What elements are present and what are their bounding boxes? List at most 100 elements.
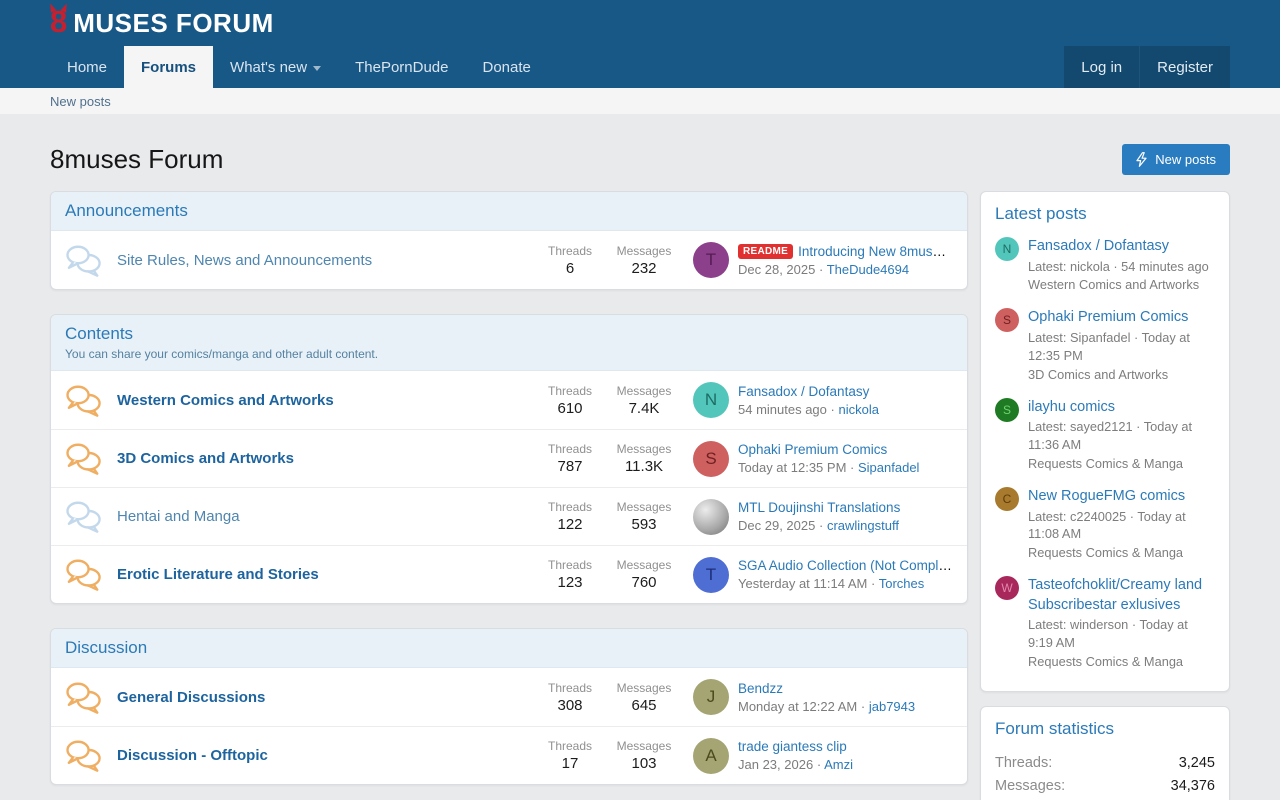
thread-meta: Latest: c2240025 · Today at 11:08 AM: [1028, 508, 1215, 544]
messages-stat: Messages 232: [607, 244, 681, 277]
latest-thread-link[interactable]: Introducing New 8muses ...: [798, 244, 953, 259]
messages-label: Messages: [607, 558, 681, 572]
avatar[interactable]: W: [995, 576, 1019, 600]
forum-statistics-widget: Forum statistics Threads: 3,245 Messages…: [980, 706, 1230, 800]
messages-value: 645: [607, 697, 681, 714]
latest-user-link[interactable]: TheDude4694: [827, 262, 909, 277]
latest-date: Dec 28, 2025: [738, 262, 815, 277]
readme-badge: README: [738, 244, 793, 259]
forum-row-erotic-literature[interactable]: Erotic Literature and Stories Threads 12…: [51, 545, 967, 603]
latest-post-item: S ilayhu comics Latest: sayed2121 · Toda…: [995, 398, 1215, 473]
avatar[interactable]: N: [995, 237, 1019, 261]
latest-user-link[interactable]: crawlingstuff: [827, 518, 899, 533]
dot-separator: ·: [819, 262, 823, 277]
latest-thread-link[interactable]: SGA Audio Collection (Not Complet...: [738, 558, 953, 573]
messages-label: Messages: [607, 442, 681, 456]
latest-thread-link[interactable]: MTL Doujinshi Translations: [738, 500, 900, 515]
thread-meta: Latest: nickola · 54 minutes ago: [1028, 258, 1209, 276]
dot-separator: ·: [850, 460, 854, 475]
subnav-new-posts-link[interactable]: New posts: [50, 94, 111, 109]
dot-separator: ·: [861, 699, 865, 714]
threads-stat: Threads 6: [533, 244, 607, 277]
thread-meta: Latest: Sipanfadel · Today at 12:35 PM: [1028, 329, 1215, 365]
thread-meta: Latest: winderson · Today at 9:19 AM: [1028, 616, 1215, 652]
new-posts-button[interactable]: New posts: [1122, 144, 1230, 175]
thread-link[interactable]: Ophaki Premium Comics: [1028, 308, 1215, 328]
avatar[interactable]: A: [693, 738, 729, 774]
thread-forum: Requests Comics & Manga: [1028, 653, 1215, 671]
latest-thread-link[interactable]: Fansadox / Dofantasy: [738, 384, 869, 399]
category-announcements: Announcements Site Rules, News and Annou…: [50, 191, 968, 290]
avatar[interactable]: C: [995, 487, 1019, 511]
latest-user-link[interactable]: Torches: [879, 576, 925, 591]
forum-link[interactable]: Site Rules, News and Announcements: [117, 252, 523, 269]
nav-home[interactable]: Home: [50, 46, 124, 88]
register-button[interactable]: Register: [1139, 46, 1230, 88]
category-title[interactable]: Announcements: [65, 201, 953, 221]
avatar[interactable]: T: [693, 557, 729, 593]
latest-user-link[interactable]: Amzi: [824, 757, 853, 772]
forum-row-3d-comics[interactable]: 3D Comics and Artworks Threads 787 Messa…: [51, 429, 967, 487]
latest-thread-link[interactable]: Bendzz: [738, 681, 783, 696]
latest-user-link[interactable]: nickola: [839, 402, 879, 417]
forum-row-discussion-offtopic[interactable]: Discussion - Offtopic Threads 17 Message…: [51, 726, 967, 784]
threads-label: Threads: [533, 739, 607, 753]
dot-separator: ·: [819, 518, 823, 533]
comments-icon: [65, 442, 105, 475]
latest-post-item: N Fansadox / Dofantasy Latest: nickola ·…: [995, 237, 1215, 294]
avatar[interactable]: N: [693, 382, 729, 418]
nav-donate[interactable]: Donate: [466, 46, 548, 88]
nav-theporndude[interactable]: ThePornDude: [338, 46, 465, 88]
latest-post: N Fansadox / Dofantasy 54 minutes ago · …: [693, 382, 953, 418]
latest-post: T SGA Audio Collection (Not Complet... Y…: [693, 557, 953, 593]
latest-posts-widget: Latest posts N Fansadox / Dofantasy Late…: [980, 191, 1230, 692]
forum-row-site-rules[interactable]: Site Rules, News and Announcements Threa…: [51, 231, 967, 289]
latest-thread-link[interactable]: Ophaki Premium Comics: [738, 442, 887, 457]
login-button[interactable]: Log in: [1064, 46, 1139, 88]
avatar[interactable]: J: [693, 679, 729, 715]
latest-posts-title[interactable]: Latest posts: [995, 204, 1215, 224]
threads-value: 17: [533, 755, 607, 772]
thread-link[interactable]: Fansadox / Dofantasy: [1028, 237, 1209, 257]
avatar[interactable]: S: [995, 308, 1019, 332]
forum-row-western-comics[interactable]: Western Comics and Artworks Threads 610 …: [51, 371, 967, 429]
category-description: You can share your comics/manga and othe…: [65, 347, 953, 361]
thread-forum: Western Comics and Artworks: [1028, 276, 1209, 294]
thread-link[interactable]: ilayhu comics: [1028, 398, 1215, 418]
avatar[interactable]: S: [693, 441, 729, 477]
avatar[interactable]: T: [693, 242, 729, 278]
thread-link[interactable]: New RogueFMG comics: [1028, 487, 1215, 507]
chevron-down-icon: [313, 66, 321, 71]
new-posts-button-label: New posts: [1155, 152, 1216, 167]
forum-link[interactable]: 3D Comics and Artworks: [117, 450, 523, 467]
messages-label: Messages: [607, 739, 681, 753]
forum-link[interactable]: General Discussions: [117, 689, 523, 706]
latest-user-link[interactable]: jab7943: [869, 699, 915, 714]
stats-row-threads: Threads: 3,245: [995, 752, 1215, 774]
latest-user-link[interactable]: Sipanfadel: [858, 460, 919, 475]
forum-link[interactable]: Discussion - Offtopic: [117, 747, 523, 764]
latest-thread-link[interactable]: trade giantess clip: [738, 739, 847, 754]
forum-row-hentai-manga[interactable]: Hentai and Manga Threads 122 Messages 59…: [51, 487, 967, 545]
thread-forum: Requests Comics & Manga: [1028, 544, 1215, 562]
messages-value: 232: [607, 260, 681, 277]
nav-whats-new-label: What's new: [230, 59, 307, 76]
threads-value: 787: [533, 458, 607, 475]
forum-link[interactable]: Hentai and Manga: [117, 508, 523, 525]
avatar-photo[interactable]: [693, 499, 729, 535]
nav-forums[interactable]: Forums: [124, 46, 213, 88]
threads-label: Threads: [533, 244, 607, 258]
nav-whats-new[interactable]: What's new: [213, 46, 338, 88]
latest-post: A trade giantess clip Jan 23, 2026 · Amz…: [693, 738, 953, 774]
thread-link[interactable]: Tasteofchoklit/Creamy land Subscribestar…: [1028, 576, 1215, 615]
category-title[interactable]: Contents: [65, 324, 953, 344]
stats-row-messages: Messages: 34,376: [995, 775, 1215, 797]
forum-link[interactable]: Erotic Literature and Stories: [117, 566, 523, 583]
avatar[interactable]: S: [995, 398, 1019, 422]
forum-row-general-discussions[interactable]: General Discussions Threads 308 Messages…: [51, 668, 967, 726]
site-logo[interactable]: 8 MUSES FORUM: [50, 7, 274, 39]
forum-link[interactable]: Western Comics and Artworks: [117, 392, 523, 409]
threads-value: 6: [533, 260, 607, 277]
thread-forum: Requests Comics & Manga: [1028, 455, 1215, 473]
category-title[interactable]: Discussion: [65, 638, 953, 658]
